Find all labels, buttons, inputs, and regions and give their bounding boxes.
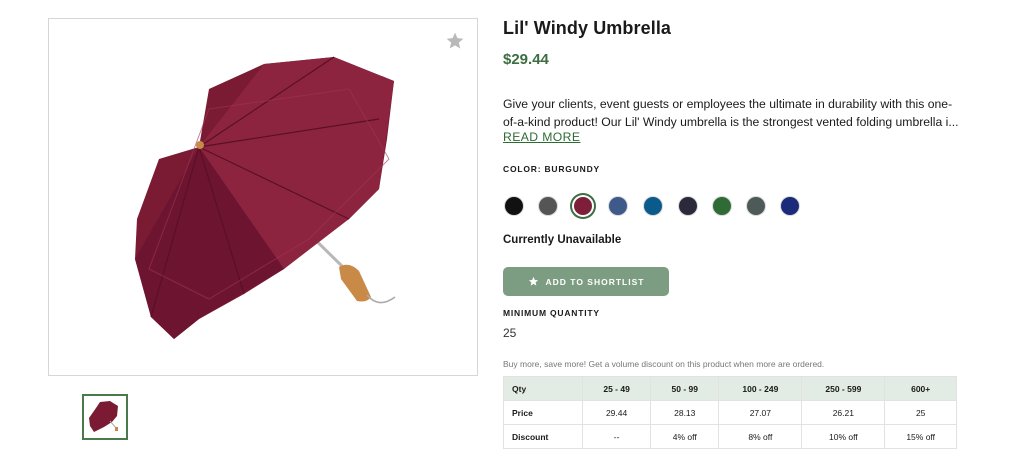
discount-cell: -- [581, 424, 652, 449]
header-tier-4: 250 - 599 [801, 376, 886, 401]
discount-cell: 8% off [718, 424, 803, 449]
minimum-quantity-label: MINIMUM QUANTITY [503, 308, 600, 318]
color-swatch-ocean-blue[interactable] [644, 197, 662, 215]
header-tier-5: 600+ [884, 376, 957, 401]
color-swatch-gray-green[interactable] [747, 197, 765, 215]
header-tier-1: 25 - 49 [581, 376, 652, 401]
price-cell: 29.44 [581, 400, 652, 425]
row-label-price: Price [503, 400, 583, 425]
pricing-table: Qty 25 - 49 50 - 99 100 - 249 250 - 599 … [503, 376, 957, 449]
pricing-header-row: Qty 25 - 49 50 - 99 100 - 249 250 - 599 … [503, 376, 957, 401]
price-cell: 28.13 [650, 400, 720, 425]
row-label-discount: Discount [503, 424, 583, 449]
add-to-shortlist-label: ADD TO SHORTLIST [545, 276, 645, 287]
header-tier-2: 50 - 99 [650, 376, 720, 401]
product-price: $29.44 [503, 51, 549, 68]
table-row: Price 29.44 28.13 27.07 26.21 25 [503, 400, 957, 425]
burgundy-umbrella-image [135, 56, 396, 339]
product-description: Give your clients, event guests or emplo… [503, 97, 959, 129]
star-icon [528, 276, 538, 286]
color-swatch-dark-navy[interactable] [679, 197, 697, 215]
header-qty: Qty [503, 376, 583, 401]
color-swatch-royal-navy[interactable] [781, 197, 799, 215]
color-swatch-charcoal[interactable] [539, 197, 557, 215]
color-swatch-green[interactable] [713, 197, 731, 215]
volume-discount-note: Buy more, save more! Get a volume discou… [503, 359, 825, 369]
color-swatch-black[interactable] [505, 197, 523, 215]
burgundy-umbrella-thumbnail [89, 401, 118, 432]
product-thumbnail[interactable] [82, 394, 128, 440]
color-label: COLOR: BURGUNDY [503, 164, 600, 174]
add-to-shortlist-button[interactable]: ADD TO SHORTLIST [503, 267, 669, 296]
star-icon[interactable] [445, 31, 465, 51]
availability-status: Currently Unavailable [503, 234, 622, 246]
price-cell: 25 [884, 400, 957, 425]
price-cell: 27.07 [718, 400, 803, 425]
color-swatch-burgundy[interactable] [574, 197, 592, 215]
table-row: Discount -- 4% off 8% off 10% off 15% of… [503, 424, 957, 449]
color-swatch-slate-blue[interactable] [609, 197, 627, 215]
discount-cell: 4% off [650, 424, 720, 449]
read-more-link[interactable]: READ MORE [503, 130, 580, 144]
product-image-frame [48, 18, 478, 376]
price-cell: 26.21 [801, 400, 886, 425]
discount-cell: 10% off [801, 424, 886, 449]
minimum-quantity-value: 25 [503, 326, 517, 340]
header-tier-3: 100 - 249 [718, 376, 803, 401]
discount-cell: 15% off [884, 424, 957, 449]
product-title: Lil' Windy Umbrella [503, 18, 672, 38]
